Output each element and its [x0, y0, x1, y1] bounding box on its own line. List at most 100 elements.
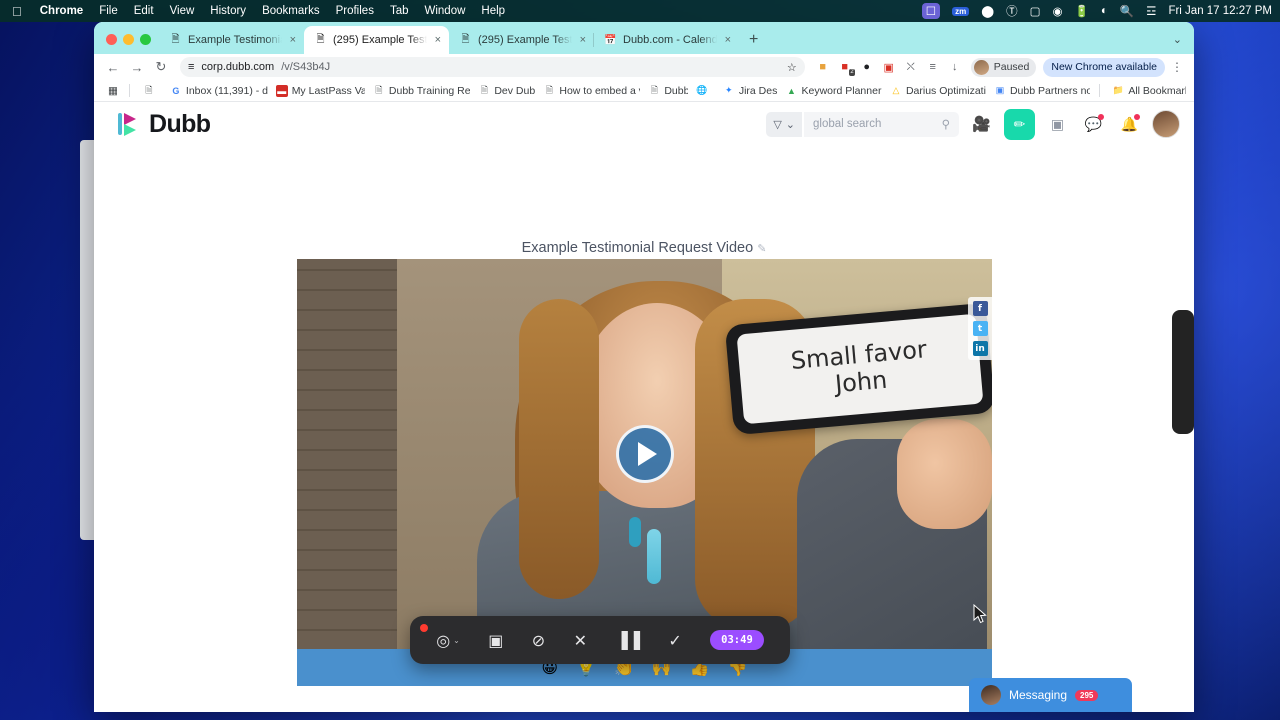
docs-icon: ▣ — [995, 85, 1005, 95]
bookmark-item-dubb[interactable]: 🗎 Dubb — [642, 84, 688, 97]
screen-source-icon[interactable]: ▣ — [488, 631, 503, 650]
bookmark-item-keyword-planner[interactable]: ▲ Keyword Planner -... — [779, 85, 882, 97]
browser-tab-1[interactable]: 🗎 Example Testimonial Request × — [159, 26, 304, 54]
twitter-share-icon[interactable]: t — [972, 321, 988, 336]
back-button[interactable]: ← — [102, 56, 124, 78]
tab-close-icon[interactable]: × — [288, 34, 298, 46]
video-frame[interactable]: Small favor John f t in — [297, 259, 992, 649]
chat-bubble-icon[interactable]: 💬 — [1080, 111, 1107, 138]
tab-close-icon[interactable]: × — [433, 34, 443, 46]
bookmark-item-0[interactable]: 🗎 — [137, 85, 162, 97]
linkedin-share-icon[interactable]: in — [972, 341, 988, 356]
menu-item-view[interactable]: View — [162, 5, 203, 17]
maximize-window-button[interactable] — [140, 34, 151, 45]
menu-item-window[interactable]: Window — [417, 5, 474, 17]
facebook-share-icon[interactable]: f — [972, 301, 988, 316]
reading-list-icon[interactable]: ≡ — [923, 57, 943, 77]
screen-share-icon[interactable]: ☐ — [921, 3, 941, 19]
video-record-icon[interactable]: 🎥 — [968, 111, 995, 138]
chrome-menu-icon[interactable]: ⋮ — [1167, 60, 1186, 74]
new-tab-button[interactable]: + — [739, 32, 768, 54]
page-icon: 🗎 — [650, 84, 658, 95]
bookmark-item-lastpass[interactable]: ▬ My LastPass Vault — [270, 84, 365, 97]
ai-chip-icon[interactable]: ▣ — [1044, 111, 1071, 138]
extensions-puzzle-icon[interactable]: ⛌ — [901, 57, 921, 77]
bookmark-item-dubb-training[interactable]: 🗎 Dubb Training Reg... — [367, 85, 470, 97]
apps-grid-icon[interactable]: ▦ — [102, 85, 122, 97]
dubb-logo-mark-icon — [116, 111, 142, 137]
menubar-clock[interactable]: Fri Jan 17 12:27 PM — [1162, 5, 1272, 17]
compose-video-button[interactable]: ✏ — [1004, 108, 1035, 140]
dubb-logo[interactable]: Dubb — [116, 110, 211, 139]
site-settings-icon[interactable]: ≡ — [188, 61, 194, 73]
time-machine-icon[interactable]: ◉ — [1052, 4, 1062, 18]
pencil-icon[interactable]: ✎ — [757, 243, 766, 255]
annotate-draw-icon[interactable]: ⊘ — [532, 631, 545, 650]
record-stop-icon[interactable]: ⬤ — [981, 4, 994, 18]
browser-tab-3[interactable]: 🗎 (295) Example Testimonial Re × — [449, 26, 594, 54]
battery-icon[interactable]: 🔋 — [1075, 4, 1089, 18]
search-icon[interactable]: 🔍 — [1120, 4, 1134, 18]
cancel-recording-icon[interactable]: ✕ — [574, 631, 587, 650]
jira-icon: ✦ — [725, 85, 733, 95]
pause-recording-icon[interactable]: ▐▐ — [615, 631, 640, 650]
webcam-source-button[interactable]: ◎ ⌄ — [436, 631, 460, 650]
global-search-input[interactable]: global search ⚲ — [804, 111, 959, 137]
bookmark-label: Dubb — [664, 84, 688, 97]
browser-tab-2[interactable]: 🗎 (295) Example Testimonial Re × — [304, 26, 449, 54]
tab-search-chevron-icon[interactable]: ⌄ — [1173, 33, 1194, 54]
calendar-18-icon[interactable]: ▣ — [879, 57, 899, 77]
bookmarks-bar: ▦ 🗎 G Inbox (11,391) - da... ▬ My LastPa… — [94, 80, 1194, 102]
messaging-widget[interactable]: Messaging 295 — [969, 678, 1132, 712]
control-center-icon[interactable]: ☲ — [1146, 4, 1156, 18]
profile-paused-chip[interactable]: Paused — [970, 57, 1037, 77]
calendar-icon: 📅 — [604, 34, 617, 46]
menu-item-help[interactable]: Help — [473, 5, 513, 17]
search-filter-button[interactable]: ▽ ⌄ — [766, 111, 802, 137]
floating-side-panel[interactable] — [1172, 310, 1194, 434]
play-button[interactable] — [615, 425, 674, 483]
window-manager-icon[interactable]: ▢ — [1030, 4, 1041, 18]
wifi-icon[interactable]: ◐ — [1101, 5, 1108, 17]
close-window-button[interactable] — [106, 34, 117, 45]
bookmark-item-jira-desk[interactable]: ✦ Jira Desk — [717, 85, 777, 97]
menu-item-file[interactable]: File — [91, 5, 126, 17]
zoom-icon[interactable]: zm — [952, 6, 970, 16]
menu-item-chrome[interactable]: Chrome — [32, 5, 91, 17]
bell-icon[interactable]: 🔔 — [1116, 111, 1143, 138]
bookmark-star-icon[interactable]: ☆ — [787, 61, 797, 74]
menu-item-profiles[interactable]: Profiles — [328, 5, 382, 17]
tab-close-icon[interactable]: × — [578, 34, 588, 46]
extension-red-icon[interactable]: ■ 2 — [835, 57, 855, 77]
bookmark-item-globe[interactable]: 🌐 — [690, 85, 715, 97]
phone-text-line-2: John — [833, 365, 889, 399]
new-chrome-available-chip[interactable]: New Chrome available — [1043, 57, 1165, 77]
menu-item-history[interactable]: History — [202, 5, 254, 17]
minimize-window-button[interactable] — [123, 34, 134, 45]
bookmark-item-how-to-embed[interactable]: 🗎 How to embed a vi... — [537, 85, 641, 97]
bookmark-item-darius-optimization[interactable]: △ Darius Optimizatio... — [884, 85, 986, 97]
extension-orange-icon[interactable]: ■ — [813, 57, 833, 77]
forward-button[interactable]: → — [126, 56, 148, 78]
menu-item-tab[interactable]: Tab — [382, 5, 417, 17]
page-icon: 🗎 — [461, 33, 470, 45]
menu-item-edit[interactable]: Edit — [126, 5, 162, 17]
user-avatar[interactable] — [1152, 110, 1180, 138]
extension-dark-icon[interactable]: ● — [857, 57, 877, 77]
browser-tab-4[interactable]: 📅 Dubb.com - Calendar - Frida × — [593, 26, 739, 54]
menu-item-bookmarks[interactable]: Bookmarks — [254, 5, 328, 17]
grammarly-icon[interactable]: Ⓣ — [1006, 3, 1018, 19]
downloads-icon[interactable]: ↓ — [945, 57, 965, 77]
apple-logo-icon[interactable]:  — [0, 5, 32, 18]
reload-button[interactable]: ↻ — [150, 56, 172, 78]
tab-close-icon[interactable]: × — [723, 34, 733, 46]
address-bar[interactable]: ≡ corp.dubb.com /v/S43b4J ☆ — [180, 57, 805, 77]
bookmark-item-inbox[interactable]: G Inbox (11,391) - da... — [164, 85, 267, 97]
video-title: Example Testimonial Request Video ✎ — [94, 240, 1194, 256]
search-icon[interactable]: ⚲ — [942, 117, 950, 131]
bookmark-item-dev-dubb[interactable]: 🗎 Dev Dubb — [472, 85, 536, 97]
bookmark-item-dubb-partners[interactable]: ▣ Dubb Partners not... — [988, 85, 1090, 97]
chrome-browser-window: 🗎 Example Testimonial Request × 🗎 (295) … — [94, 22, 1194, 712]
finish-recording-icon[interactable]: ✓ — [668, 631, 681, 650]
all-bookmarks-button[interactable]: 📁 All Bookmarks — [1106, 85, 1186, 97]
